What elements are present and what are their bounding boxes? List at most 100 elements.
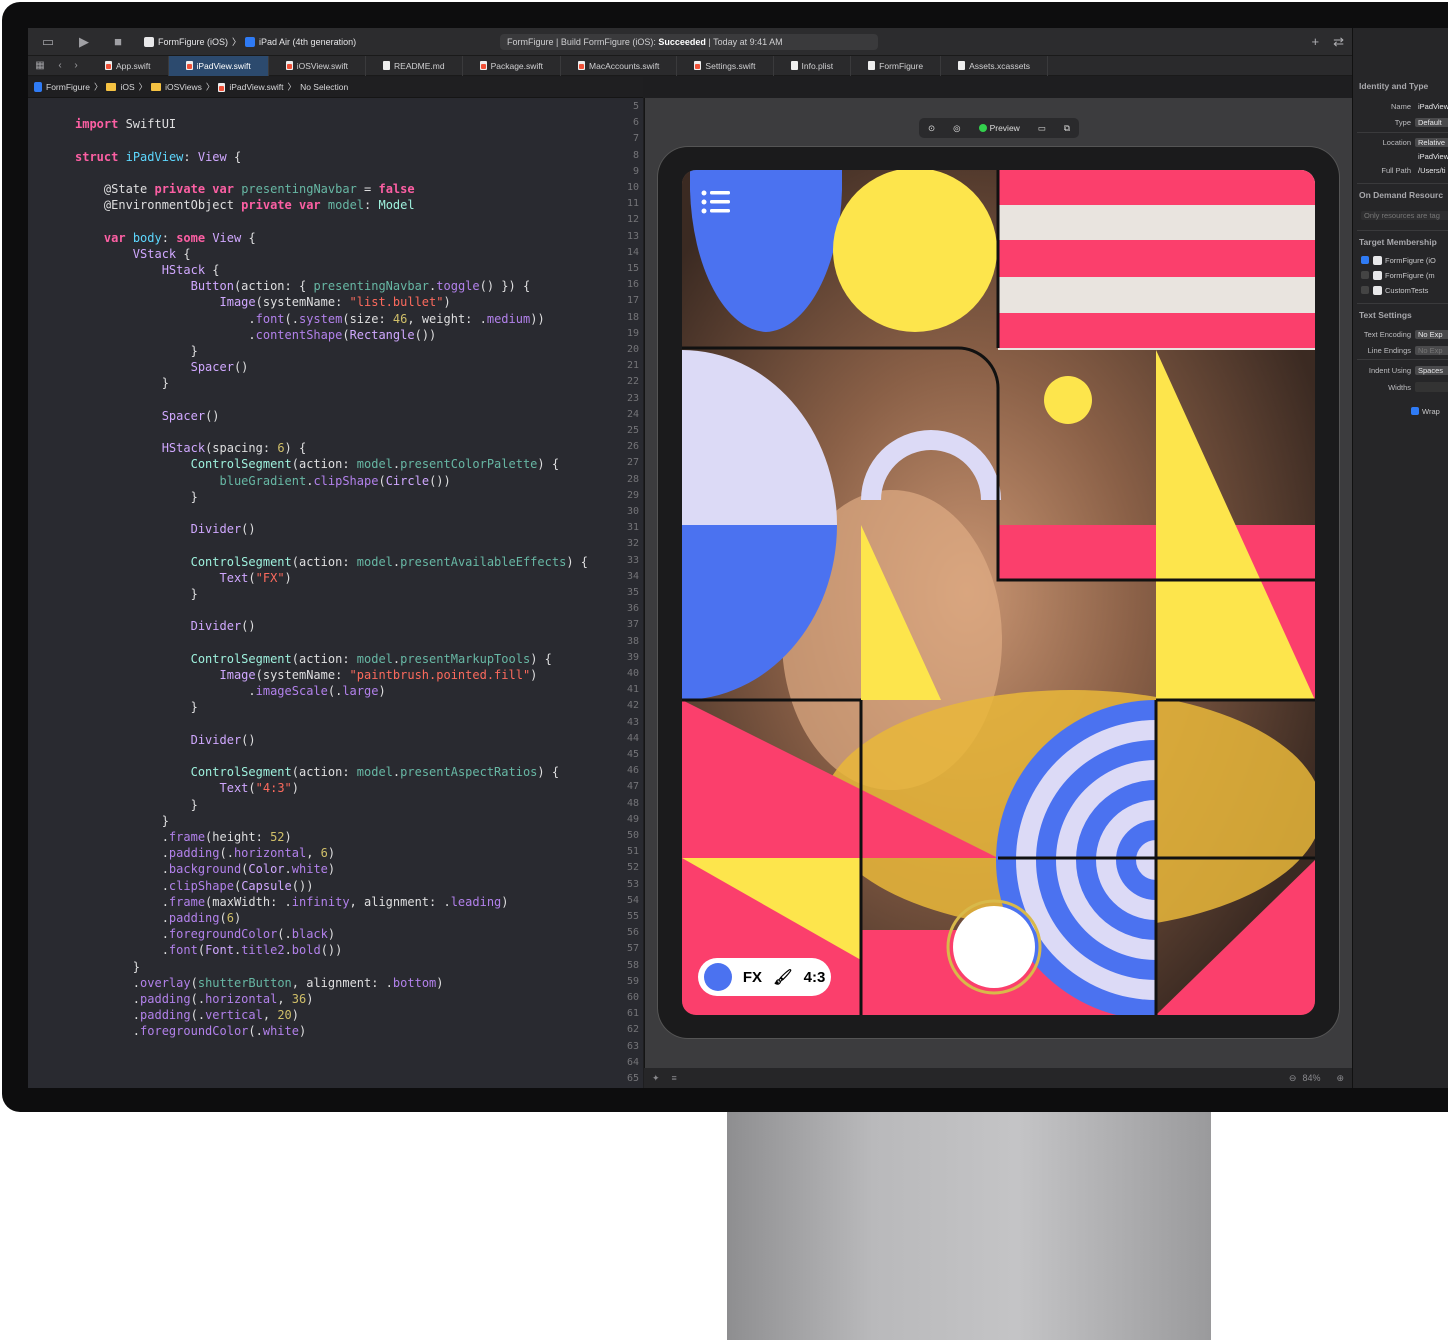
live-preview-icon[interactable]: ⊙ bbox=[928, 123, 935, 134]
checkbox[interactable] bbox=[1361, 256, 1369, 264]
code-line[interactable]: } bbox=[75, 813, 169, 829]
pin-icon[interactable]: ✦ bbox=[652, 1073, 660, 1084]
tab-info-plist[interactable]: Info.plist bbox=[774, 55, 852, 76]
indent-select[interactable]: Spaces bbox=[1415, 365, 1448, 375]
tab-assets-xcassets[interactable]: Assets.xcassets bbox=[941, 55, 1049, 76]
sidebar-toggle-icon[interactable]: ▭ bbox=[40, 34, 56, 50]
code-line[interactable]: .imageScale(.large) bbox=[75, 683, 385, 699]
scheme-selector[interactable]: FormFigure (iOS) 〉 iPad Air (4th generat… bbox=[144, 35, 356, 48]
code-line[interactable]: .clipShape(Capsule()) bbox=[75, 878, 314, 894]
code-editor[interactable]: 5 6 import SwiftUI 7 8 struct iPadView: View … bbox=[28, 98, 643, 1088]
device-name[interactable]: iPad Air (4th generation) bbox=[259, 37, 356, 47]
scheme-name[interactable]: FormFigure (iOS) bbox=[158, 37, 228, 47]
checkbox[interactable] bbox=[1361, 271, 1369, 279]
code-line[interactable]: } bbox=[75, 959, 140, 975]
code-line[interactable]: HStack { bbox=[75, 262, 220, 278]
code-line[interactable]: .contentShape(Rectangle()) bbox=[75, 327, 436, 343]
inspect-icon[interactable]: ◎ bbox=[953, 123, 960, 134]
tab-formfigure[interactable]: FormFigure bbox=[851, 55, 942, 76]
stop-button[interactable]: ■ bbox=[110, 34, 126, 49]
variants-icon[interactable]: ≡ bbox=[672, 1073, 677, 1083]
code-line[interactable]: .padding(6) bbox=[75, 910, 242, 926]
code-line[interactable]: HStack(spacing: 6) { bbox=[75, 440, 307, 456]
code-line[interactable]: ControlSegment(action: model.presentMark… bbox=[75, 651, 552, 667]
breadcrumb-item[interactable]: iPadView.swift bbox=[229, 82, 283, 92]
tab-app-swift[interactable]: App.swift bbox=[88, 55, 169, 76]
code-line[interactable]: ControlSegment(action: model.presentColo… bbox=[75, 456, 560, 472]
code-line[interactable]: } bbox=[75, 797, 198, 813]
code-line[interactable]: @EnvironmentObject private var model: Mo… bbox=[75, 197, 415, 213]
code-line[interactable]: .font(Font.title2.bold()) bbox=[75, 942, 343, 958]
checkbox[interactable] bbox=[1361, 286, 1369, 294]
code-line[interactable]: import SwiftUI bbox=[75, 116, 176, 132]
tags-field[interactable]: Only resources are tag bbox=[1361, 210, 1448, 220]
zoom-in-icon[interactable]: ⊕ bbox=[1336, 1073, 1344, 1084]
code-line[interactable]: } bbox=[75, 586, 198, 602]
effects-button[interactable]: FX bbox=[743, 969, 762, 986]
location-select[interactable]: Relative bbox=[1415, 137, 1448, 147]
code-line[interactable]: .overlay(shutterButton, alignment: .bott… bbox=[75, 975, 444, 991]
code-line[interactable]: VStack { bbox=[75, 246, 191, 262]
tab-settings-swift[interactable]: Settings.swift bbox=[677, 55, 774, 76]
tab-readme-md[interactable]: README.md bbox=[366, 55, 463, 76]
zoom-out-icon[interactable]: ⊖ bbox=[1289, 1073, 1297, 1084]
breadcrumb-item[interactable]: FormFigure bbox=[46, 82, 90, 92]
code-line[interactable]: .padding(.horizontal, 36) bbox=[75, 991, 314, 1007]
code-line[interactable]: Image(systemName: "list.bullet") bbox=[75, 294, 451, 310]
device-settings-icon[interactable]: ▭ bbox=[1038, 123, 1046, 134]
shutter-button[interactable] bbox=[946, 899, 1042, 995]
tab-package-swift[interactable]: Package.swift bbox=[463, 55, 562, 76]
code-line[interactable]: .foregroundColor(.white) bbox=[75, 1023, 306, 1039]
paintbrush-icon[interactable]: 🖌 bbox=[773, 968, 792, 986]
endings-select[interactable]: No Exp bbox=[1415, 345, 1448, 355]
code-line[interactable]: .padding(.horizontal, 6) bbox=[75, 845, 335, 861]
code-line[interactable]: blueGradient.clipShape(Circle()) bbox=[75, 473, 451, 489]
add-icon[interactable]: + bbox=[1312, 34, 1320, 50]
code-line[interactable]: Text("FX") bbox=[75, 570, 292, 586]
code-line[interactable]: Text("4:3") bbox=[75, 780, 300, 796]
code-line[interactable]: struct iPadView: View { bbox=[75, 149, 241, 165]
code-line[interactable]: } bbox=[75, 489, 198, 505]
code-line[interactable]: var body: some View { bbox=[75, 230, 256, 246]
code-line[interactable]: .frame(height: 52) bbox=[75, 829, 292, 845]
code-line[interactable]: ControlSegment(action: model.presentAspe… bbox=[75, 764, 560, 780]
code-line[interactable]: Spacer() bbox=[75, 408, 220, 424]
tab-macaccounts-swift[interactable]: MacAccounts.swift bbox=[561, 55, 678, 76]
code-line[interactable]: .frame(maxWidth: .infinity, alignment: .… bbox=[75, 894, 509, 910]
aspect-ratio-button[interactable]: 4:3 bbox=[804, 969, 826, 986]
wrap-checkbox[interactable] bbox=[1411, 407, 1419, 415]
code-line[interactable]: .foregroundColor(.black) bbox=[75, 926, 335, 942]
code-line[interactable]: ControlSegment(action: model.presentAvai… bbox=[75, 554, 588, 570]
color-palette-button[interactable] bbox=[703, 963, 732, 991]
widths-field[interactable] bbox=[1415, 382, 1448, 392]
back-icon[interactable]: ‹ bbox=[52, 60, 68, 71]
code-line[interactable]: } bbox=[75, 343, 198, 359]
forward-icon[interactable]: › bbox=[68, 60, 84, 71]
tab-ipadview-swift[interactable]: iPadView.swift bbox=[168, 55, 269, 76]
code-line[interactable]: Image(systemName: "paintbrush.pointed.fi… bbox=[75, 667, 538, 683]
code-line[interactable]: Divider() bbox=[75, 521, 256, 537]
code-line[interactable]: .background(Color.white) bbox=[75, 861, 335, 877]
grid-icon[interactable]: ▦ bbox=[32, 60, 48, 71]
run-button[interactable]: ▶ bbox=[76, 34, 92, 50]
code-line[interactable]: Spacer() bbox=[75, 359, 249, 375]
code-line[interactable]: .font(.system(size: 46, weight: .medium)… bbox=[75, 311, 544, 327]
preview-button[interactable]: Preview bbox=[978, 123, 1020, 133]
code-line[interactable]: .padding(.vertical, 20) bbox=[75, 1007, 299, 1023]
breadcrumb-item[interactable]: No Selection bbox=[300, 82, 348, 92]
swap-icon[interactable]: ⇄ bbox=[1333, 34, 1344, 50]
code-line[interactable]: @State private var presentingNavbar = fa… bbox=[75, 181, 415, 197]
breadcrumb-item[interactable]: iOS bbox=[120, 82, 134, 92]
duplicate-preview-icon[interactable]: ⧉ bbox=[1064, 123, 1070, 134]
code-line[interactable]: Divider() bbox=[75, 618, 256, 634]
encoding-select[interactable]: No Exp bbox=[1415, 329, 1448, 339]
tab-iosview-swift[interactable]: iOSView.swift bbox=[269, 55, 367, 76]
menu-list-icon[interactable] bbox=[701, 190, 731, 214]
name-field[interactable]: iPadView bbox=[1415, 102, 1448, 111]
code-line[interactable]: } bbox=[75, 699, 198, 715]
code-line[interactable]: Divider() bbox=[75, 732, 256, 748]
breadcrumb-item[interactable]: iOSViews bbox=[165, 82, 202, 92]
code-line[interactable]: Button(action: { presentingNavbar.toggle… bbox=[75, 278, 531, 294]
type-select[interactable]: Default bbox=[1415, 117, 1448, 127]
code-line[interactable]: } bbox=[75, 375, 169, 391]
